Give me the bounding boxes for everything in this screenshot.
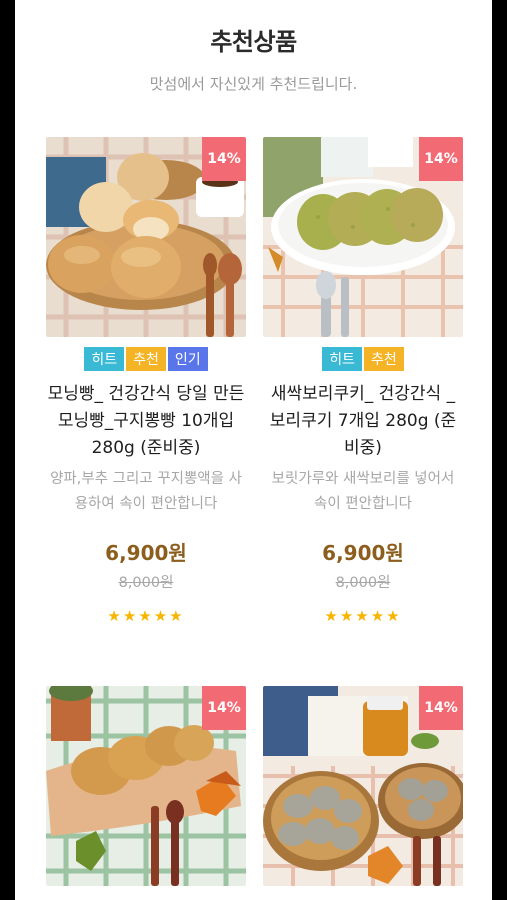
product-image[interactable]: 14% bbox=[46, 137, 246, 337]
product-name[interactable]: 새싹보리쿠키_ 건강간식 _ 보리쿠기 7개입 280g (준비중) bbox=[263, 381, 463, 462]
discount-badge: 14% bbox=[419, 686, 463, 730]
product-image[interactable]: 14% bbox=[263, 137, 463, 337]
section-title: 추천상품 bbox=[210, 28, 297, 56]
product-recommendation-page: 추천상품 맛섬에서 자신있게 추천드립니다. 14% 히트 추천 인기 모닝빵_… bbox=[15, 0, 492, 900]
product-image[interactable]: 14% bbox=[263, 686, 463, 886]
tag-recommend: 추천 bbox=[126, 347, 166, 371]
product-price: 6,900원 bbox=[322, 541, 404, 565]
product-image[interactable]: 14% bbox=[46, 686, 246, 886]
section-subtitle: 맛섬에서 자신있게 추천드립니다. bbox=[149, 75, 358, 93]
tag-list: 히트 추천 bbox=[263, 347, 463, 371]
product-description: 양파,부추 그리고 꾸지뽕액을 사용하여 속이 편안합니다 bbox=[50, 471, 242, 512]
star-rating: ★★★★★ bbox=[107, 607, 185, 625]
discount-badge: 14% bbox=[202, 686, 246, 730]
product-card[interactable]: 14% 히트 추천 인기 모닝빵_ 건강간식 당일 만든 모닝빵_구지뽕빵 10… bbox=[46, 137, 246, 625]
product-price: 6,900원 bbox=[105, 541, 187, 565]
original-price: 8,000원 bbox=[118, 575, 174, 591]
product-card[interactable]: 14% 히트 추천 새싹보리쿠키_ 건강간식 _ 보리쿠기 7개입 280g (… bbox=[263, 137, 463, 625]
product-card[interactable]: 14% bbox=[46, 686, 246, 886]
tag-recommend: 추천 bbox=[364, 347, 404, 371]
tag-list: 히트 추천 인기 bbox=[46, 347, 246, 371]
tag-hit: 히트 bbox=[322, 347, 362, 371]
discount-badge: 14% bbox=[202, 137, 246, 181]
product-name[interactable]: 모닝빵_ 건강간식 당일 만든 모닝빵_구지뽕빵 10개입 280g (준비중) bbox=[46, 381, 246, 462]
product-card[interactable]: 14% bbox=[263, 686, 463, 886]
tag-popular: 인기 bbox=[167, 347, 208, 371]
original-price: 8,000원 bbox=[335, 575, 391, 591]
product-description: 보릿가루와 새싹보리를 넣어서 속이 편안합니다 bbox=[271, 471, 455, 512]
star-rating: ★★★★★ bbox=[324, 607, 402, 625]
tag-hit: 히트 bbox=[84, 347, 125, 371]
discount-badge: 14% bbox=[419, 137, 463, 181]
